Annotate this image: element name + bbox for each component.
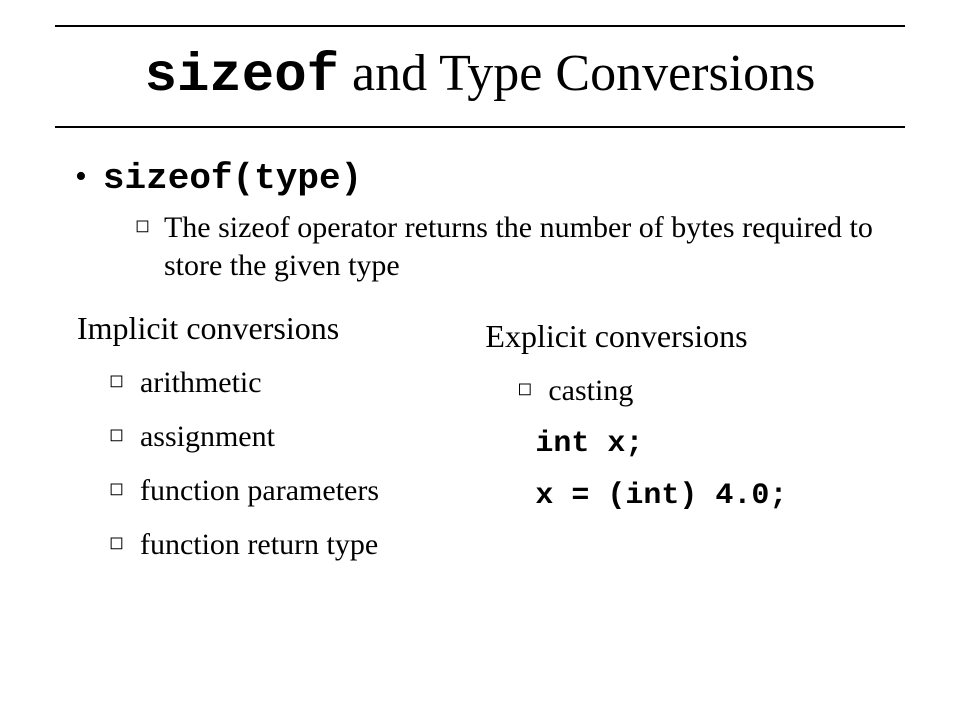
implicit-item: ◻ arithmetic (109, 365, 463, 401)
sizeof-description: ◻ The sizeof operator returns the number… (135, 209, 895, 284)
explicit-item: ◻ casting (517, 373, 905, 409)
square-bullet-icon: ◻ (109, 419, 124, 449)
implicit-item-text: function return type (140, 527, 378, 563)
explicit-column: Explicit conversions ◻ casting int x; x … (473, 304, 905, 581)
square-bullet-icon: ◻ (109, 527, 124, 557)
slide: sizeof and Type Conversions • sizeof(typ… (0, 0, 960, 720)
sizeof-desc-text: The sizeof operator returns the number o… (164, 209, 895, 284)
bullet-sizeof: • sizeof(type) (65, 158, 895, 199)
code-line-1: int x; (535, 427, 905, 461)
implicit-item: ◻ function return type (109, 527, 463, 563)
code-line-2: x = (int) 4.0; (535, 479, 905, 513)
slide-body: • sizeof(type) ◻ The sizeof operator ret… (55, 128, 905, 581)
title-mono: sizeof (145, 46, 339, 107)
square-bullet-icon: ◻ (517, 373, 532, 403)
slide-title: sizeof and Type Conversions (55, 45, 905, 106)
title-rest: and Type Conversions (339, 45, 815, 102)
title-container: sizeof and Type Conversions (55, 25, 905, 128)
bullet-dot-icon: • (75, 158, 87, 196)
implicit-item-text: assignment (140, 419, 275, 455)
implicit-item-text: function parameters (140, 473, 379, 509)
square-bullet-icon: ◻ (135, 209, 150, 241)
bullet-sizeof-code: sizeof(type) (103, 158, 362, 199)
implicit-heading: Implicit conversions (77, 310, 463, 347)
implicit-item: ◻ function parameters (109, 473, 463, 509)
implicit-item: ◻ assignment (109, 419, 463, 455)
explicit-item-text: casting (548, 373, 633, 409)
square-bullet-icon: ◻ (109, 473, 124, 503)
columns: Implicit conversions ◻ arithmetic ◻ assi… (65, 304, 895, 581)
implicit-column: Implicit conversions ◻ arithmetic ◻ assi… (65, 304, 463, 581)
square-bullet-icon: ◻ (109, 365, 124, 395)
implicit-item-text: arithmetic (140, 365, 262, 401)
explicit-heading: Explicit conversions (485, 318, 905, 355)
